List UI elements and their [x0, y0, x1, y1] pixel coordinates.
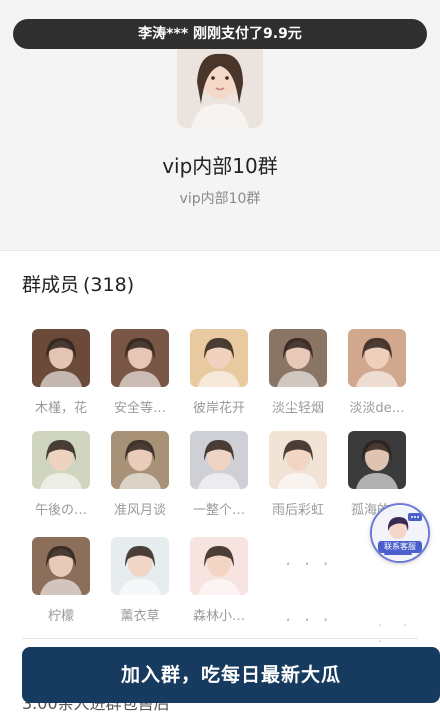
member-item[interactable]: 准风月谈: [105, 431, 175, 518]
girl-phone-selfie-icon: [190, 431, 248, 489]
customer-service-label: 联系客服: [378, 541, 422, 553]
member-name: 薰衣草: [120, 609, 160, 624]
member-item[interactable]: 木槿，花: [26, 329, 96, 416]
member-item[interactable]: 午後の…: [26, 431, 96, 518]
customer-service-button[interactable]: 联系客服: [370, 503, 430, 563]
member-item[interactable]: 薰衣草: [105, 537, 175, 624]
more-dots-icon: · · ·: [285, 552, 332, 576]
section-divider: [22, 638, 418, 639]
payment-toast: 李涛*** 刚刚支付了9.9元: [13, 19, 427, 49]
member-item[interactable]: 一整个…: [184, 431, 254, 518]
member-name: 森林小…: [192, 609, 245, 624]
girl-dark-hair-icon: [348, 431, 406, 489]
anime-boy-icon: [269, 431, 327, 489]
member-name: 柠檬: [47, 609, 74, 624]
member-name: 午後の…: [34, 503, 87, 518]
girl-peace-sign-icon: [111, 329, 169, 387]
member-item[interactable]: 彼岸花开: [184, 329, 254, 416]
members-count: (318): [83, 274, 135, 296]
member-item[interactable]: 雨后彩虹: [263, 431, 333, 518]
members-heading: 群成员 (318): [22, 270, 134, 297]
anime-girl-icon: [111, 537, 169, 595]
anime-girl-blush-icon: [190, 537, 248, 595]
members-title-label: 群成员: [22, 274, 80, 296]
member-item[interactable]: 淡尘轻烟: [263, 329, 333, 416]
member-name: 彼岸花开: [192, 401, 245, 416]
group-avatar-photo-icon: [177, 42, 263, 128]
decor-dots-icon: · · ·: [378, 618, 416, 650]
member-item[interactable]: 安全等…: [105, 329, 175, 416]
group-subtitle: vip内部10群: [179, 191, 261, 207]
member-name: 木槿，花: [34, 401, 87, 416]
ultraman-toy-icon: [32, 537, 90, 595]
girl-ghost-face-icon: [111, 431, 169, 489]
member-name: 淡淡de…: [349, 401, 405, 416]
girl-peace-sign-icon: [32, 329, 90, 387]
member-name: 淡尘轻烟: [271, 401, 324, 416]
girl-portrait-icon: [348, 329, 406, 387]
member-name: 准风月谈: [113, 503, 166, 518]
member-name: 一整个…: [192, 503, 245, 518]
girl-green-grapes-icon: [32, 431, 90, 489]
member-name: 安全等…: [113, 401, 166, 416]
join-group-button[interactable]: 加入群，吃每日最新大瓜: [22, 647, 440, 703]
more-dots-icon-2: · · ·: [285, 608, 332, 632]
girl-ghost-face-icon: [269, 329, 327, 387]
group-avatar: [177, 42, 263, 128]
member-name: 雨后彩虹: [271, 503, 324, 518]
cartoon-boy-icon: [190, 329, 248, 387]
member-item[interactable]: 淡淡de…: [342, 329, 412, 416]
member-item[interactable]: 柠檬: [26, 537, 96, 624]
group-title: vip内部10群: [162, 154, 278, 178]
member-item[interactable]: 森林小…: [184, 537, 254, 624]
